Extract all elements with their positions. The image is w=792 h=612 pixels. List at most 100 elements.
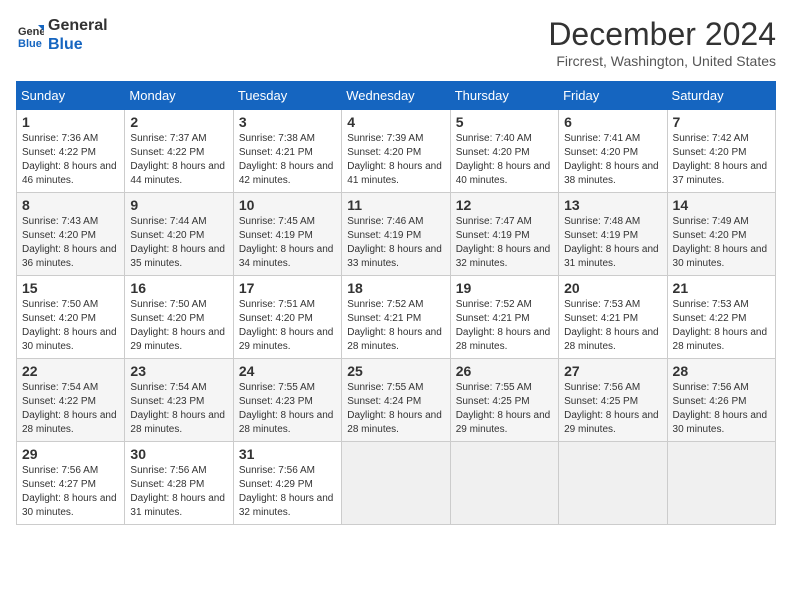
calendar-cell (450, 442, 558, 525)
day-number: 27 (564, 363, 661, 379)
day-number: 30 (130, 446, 227, 462)
day-number: 12 (456, 197, 553, 213)
day-number: 8 (22, 197, 119, 213)
day-info: Sunrise: 7:55 AMSunset: 4:24 PMDaylight:… (347, 381, 444, 437)
day-info: Sunrise: 7:56 AMSunset: 4:26 PMDaylight:… (673, 381, 770, 437)
day-info: Sunrise: 7:53 AMSunset: 4:22 PMDaylight:… (673, 298, 770, 354)
day-info: Sunrise: 7:52 AMSunset: 4:21 PMDaylight:… (456, 298, 553, 354)
day-number: 3 (239, 114, 336, 130)
day-number: 19 (456, 280, 553, 296)
day-number: 13 (564, 197, 661, 213)
calendar-cell: 13 Sunrise: 7:48 AMSunset: 4:19 PMDayligh… (559, 193, 667, 276)
day-number: 9 (130, 197, 227, 213)
day-info: Sunrise: 7:53 AMSunset: 4:21 PMDaylight:… (564, 298, 661, 354)
day-info: Sunrise: 7:54 AMSunset: 4:23 PMDaylight:… (130, 381, 227, 437)
day-number: 16 (130, 280, 227, 296)
day-number: 23 (130, 363, 227, 379)
day-number: 1 (22, 114, 119, 130)
header-day-sunday: Sunday (17, 82, 125, 110)
calendar-cell: 23 Sunrise: 7:54 AMSunset: 4:23 PMDayligh… (125, 359, 233, 442)
day-info: Sunrise: 7:56 AMSunset: 4:27 PMDaylight:… (22, 464, 119, 520)
header-day-monday: Monday (125, 82, 233, 110)
calendar-cell: 30 Sunrise: 7:56 AMSunset: 4:28 PMDayligh… (125, 442, 233, 525)
calendar-cell (342, 442, 450, 525)
day-number: 14 (673, 197, 770, 213)
day-info: Sunrise: 7:56 AMSunset: 4:28 PMDaylight:… (130, 464, 227, 520)
day-number: 15 (22, 280, 119, 296)
calendar-cell: 3Sunrise: 7:38 AMSunset: 4:21 PMDaylight… (233, 110, 341, 193)
day-info: Sunrise: 7:36 AMSunset: 4:22 PMDaylight:… (22, 132, 119, 188)
week-row-1: 1 Sunrise: 7:36 AMSunset: 4:22 PMDaylight… (17, 110, 776, 193)
calendar-cell: 24Sunrise: 7:55 AMSunset: 4:23 PMDayligh… (233, 359, 341, 442)
calendar-cell: 26 Sunrise: 7:55 AMSunset: 4:25 PMDayligh… (450, 359, 558, 442)
day-info: Sunrise: 7:56 AMSunset: 4:25 PMDaylight:… (564, 381, 661, 437)
calendar-cell: 25Sunrise: 7:55 AMSunset: 4:24 PMDayligh… (342, 359, 450, 442)
day-info: Sunrise: 7:50 AMSunset: 4:20 PMDaylight:… (22, 298, 119, 354)
day-info: Sunrise: 7:39 AMSunset: 4:20 PMDaylight:… (347, 132, 444, 188)
calendar-cell: 4 Sunrise: 7:39 AMSunset: 4:20 PMDaylight… (342, 110, 450, 193)
calendar-cell: 27 Sunrise: 7:56 AMSunset: 4:25 PMDayligh… (559, 359, 667, 442)
day-info: Sunrise: 7:48 AMSunset: 4:19 PMDaylight:… (564, 215, 661, 271)
svg-text:General: General (18, 26, 44, 38)
week-row-3: 15 Sunrise: 7:50 AMSunset: 4:20 PMDayligh… (17, 276, 776, 359)
day-number: 28 (673, 363, 770, 379)
day-number: 26 (456, 363, 553, 379)
day-info: Sunrise: 7:37 AMSunset: 4:22 PMDaylight:… (130, 132, 227, 188)
calendar-cell: 5 Sunrise: 7:40 AMSunset: 4:20 PMDaylight… (450, 110, 558, 193)
calendar-cell: 6Sunrise: 7:41 AMSunset: 4:20 PMDaylight… (559, 110, 667, 193)
calendar-table: SundayMondayTuesdayWednesdayThursdayFrid… (16, 81, 776, 525)
day-info: Sunrise: 7:43 AMSunset: 4:20 PMDaylight:… (22, 215, 119, 271)
calendar-cell: 22 Sunrise: 7:54 AMSunset: 4:22 PMDayligh… (17, 359, 125, 442)
day-info: Sunrise: 7:44 AMSunset: 4:20 PMDaylight:… (130, 215, 227, 271)
calendar-cell: 28 Sunrise: 7:56 AMSunset: 4:26 PMDayligh… (667, 359, 775, 442)
week-row-4: 22 Sunrise: 7:54 AMSunset: 4:22 PMDayligh… (17, 359, 776, 442)
day-info: Sunrise: 7:56 AMSunset: 4:29 PMDaylight:… (239, 464, 336, 520)
calendar-cell: 2 Sunrise: 7:37 AMSunset: 4:22 PMDaylight… (125, 110, 233, 193)
header-day-thursday: Thursday (450, 82, 558, 110)
day-info: Sunrise: 7:45 AMSunset: 4:19 PMDaylight:… (239, 215, 336, 271)
logo-text: General Blue (48, 16, 108, 54)
day-number: 18 (347, 280, 444, 296)
day-number: 21 (673, 280, 770, 296)
main-title: December 2024 (548, 16, 776, 53)
calendar-cell: 14 Sunrise: 7:49 AMSunset: 4:20 PMDayligh… (667, 193, 775, 276)
day-number: 6 (564, 114, 661, 130)
day-info: Sunrise: 7:50 AMSunset: 4:20 PMDaylight:… (130, 298, 227, 354)
calendar-cell (559, 442, 667, 525)
day-number: 4 (347, 114, 444, 130)
day-info: Sunrise: 7:40 AMSunset: 4:20 PMDaylight:… (456, 132, 553, 188)
calendar-cell: 18 Sunrise: 7:52 AMSunset: 4:21 PMDayligh… (342, 276, 450, 359)
header-day-saturday: Saturday (667, 82, 775, 110)
day-number: 2 (130, 114, 227, 130)
header-day-wednesday: Wednesday (342, 82, 450, 110)
day-info: Sunrise: 7:55 AMSunset: 4:25 PMDaylight:… (456, 381, 553, 437)
logo: General Blue General Blue (16, 16, 108, 54)
day-number: 24 (239, 363, 336, 379)
day-info: Sunrise: 7:51 AMSunset: 4:20 PMDaylight:… (239, 298, 336, 354)
day-info: Sunrise: 7:52 AMSunset: 4:21 PMDaylight:… (347, 298, 444, 354)
calendar-cell: 1 Sunrise: 7:36 AMSunset: 4:22 PMDaylight… (17, 110, 125, 193)
header-day-tuesday: Tuesday (233, 82, 341, 110)
week-row-2: 8 Sunrise: 7:43 AMSunset: 4:20 PMDaylight… (17, 193, 776, 276)
calendar-cell: 29Sunrise: 7:56 AMSunset: 4:27 PMDayligh… (17, 442, 125, 525)
calendar-cell: 31Sunrise: 7:56 AMSunset: 4:29 PMDayligh… (233, 442, 341, 525)
header-day-friday: Friday (559, 82, 667, 110)
day-number: 5 (456, 114, 553, 130)
calendar-cell: 12Sunrise: 7:47 AMSunset: 4:19 PMDayligh… (450, 193, 558, 276)
day-number: 11 (347, 197, 444, 213)
calendar-cell: 19 Sunrise: 7:52 AMSunset: 4:21 PMDayligh… (450, 276, 558, 359)
header-row: SundayMondayTuesdayWednesdayThursdayFrid… (17, 82, 776, 110)
day-info: Sunrise: 7:54 AMSunset: 4:22 PMDaylight:… (22, 381, 119, 437)
calendar-cell: 20Sunrise: 7:53 AMSunset: 4:21 PMDayligh… (559, 276, 667, 359)
logo-icon: General Blue (16, 21, 44, 49)
calendar-cell: 17 Sunrise: 7:51 AMSunset: 4:20 PMDayligh… (233, 276, 341, 359)
day-number: 17 (239, 280, 336, 296)
calendar-cell: 15 Sunrise: 7:50 AMSunset: 4:20 PMDayligh… (17, 276, 125, 359)
day-info: Sunrise: 7:42 AMSunset: 4:20 PMDaylight:… (673, 132, 770, 188)
calendar-cell: 7Sunrise: 7:42 AMSunset: 4:20 PMDaylight… (667, 110, 775, 193)
day-info: Sunrise: 7:46 AMSunset: 4:19 PMDaylight:… (347, 215, 444, 271)
day-info: Sunrise: 7:49 AMSunset: 4:20 PMDaylight:… (673, 215, 770, 271)
day-number: 22 (22, 363, 119, 379)
week-row-5: 29Sunrise: 7:56 AMSunset: 4:27 PMDayligh… (17, 442, 776, 525)
calendar-cell: 11 Sunrise: 7:46 AMSunset: 4:19 PMDayligh… (342, 193, 450, 276)
